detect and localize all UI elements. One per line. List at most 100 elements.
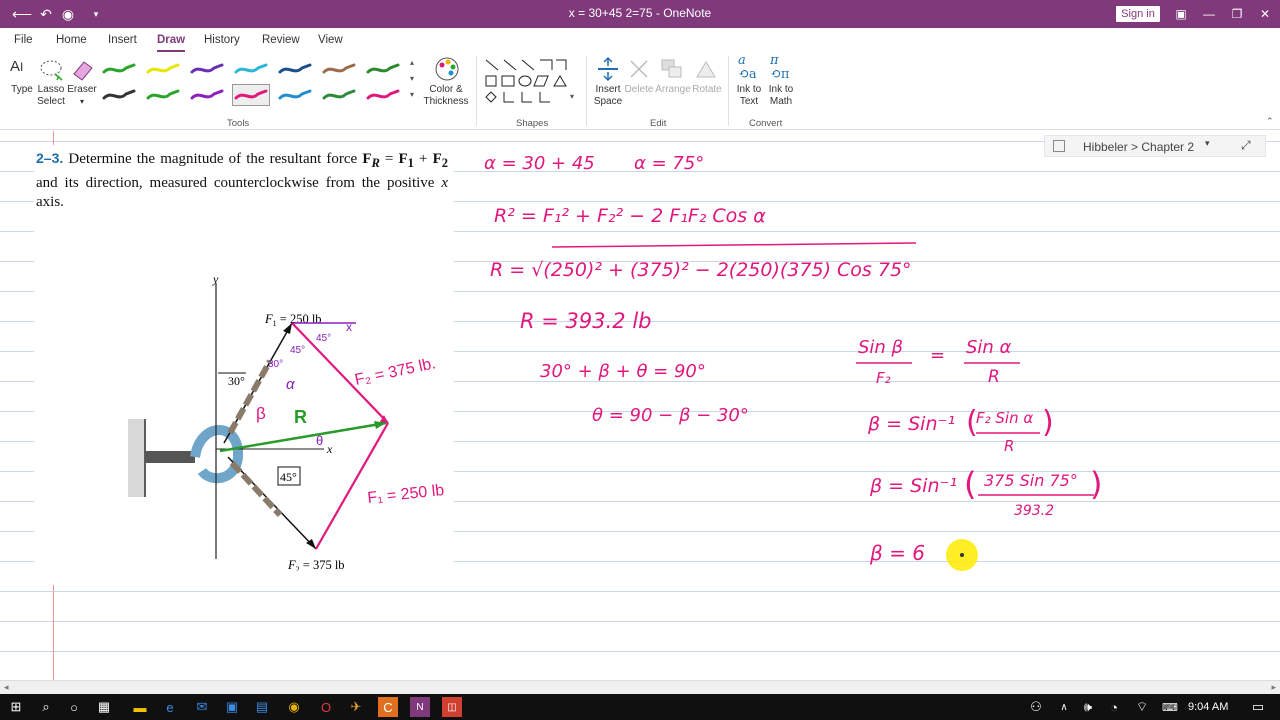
pen-1-2[interactable]: [144, 58, 182, 80]
f2-subscript: 2: [441, 156, 449, 170]
onenote-icon[interactable]: N: [410, 697, 430, 717]
eraser-dropdown-icon[interactable]: ▾: [66, 96, 98, 108]
calculator-icon[interactable]: ▤: [252, 697, 272, 717]
breadcrumb[interactable]: Hibbeler > Chapter 2 ▾ ⤢: [1044, 135, 1266, 157]
pen-2-2[interactable]: [144, 84, 182, 106]
close-icon[interactable]: ✕: [1252, 4, 1278, 24]
pen-2-6[interactable]: [320, 84, 358, 106]
ink-to-math-label-1[interactable]: Ink to: [764, 84, 798, 96]
select-label[interactable]: Select: [36, 96, 66, 108]
problem-text: 2–3. Determine the magnitude of the resu…: [36, 150, 449, 210]
pen-1-4[interactable]: [232, 58, 270, 80]
chrome-icon[interactable]: ◉: [284, 697, 304, 717]
lasso-select-icon[interactable]: [38, 58, 64, 82]
scroll-right-icon[interactable]: ▸: [1271, 682, 1276, 693]
ink-line-alpha-value: α = 75°: [634, 153, 705, 174]
ink-to-text-label-2[interactable]: Text: [732, 96, 766, 108]
pen-1-7[interactable]: [364, 58, 402, 80]
edge-icon[interactable]: e: [160, 697, 180, 717]
store-icon[interactable]: ▣: [222, 697, 242, 717]
ribbon-display-icon[interactable]: ▣: [1168, 4, 1194, 24]
ribbon: AI Type Lasso Select Eraser ▾ ▴ ▾ ▾ Colo…: [0, 52, 1280, 130]
ink-30: 30°: [268, 359, 283, 370]
pen-2-4[interactable]: [232, 84, 270, 106]
pen-1-6[interactable]: [320, 58, 358, 80]
app-icon[interactable]: ✈: [346, 697, 366, 717]
restore-icon[interactable]: ❐: [1224, 4, 1250, 24]
clock[interactable]: 9:04 AM: [1188, 701, 1228, 713]
keyboard-icon[interactable]: ⌨: [1160, 697, 1180, 717]
page-icon: [1053, 140, 1065, 152]
tab-file[interactable]: File: [14, 34, 33, 46]
tab-history[interactable]: History: [204, 34, 240, 46]
insert-space-label-2[interactable]: Space: [590, 96, 626, 108]
ink-frac2-num: 375 Sin 75°: [984, 471, 1078, 490]
color-palette-icon[interactable]: [434, 56, 460, 82]
breadcrumb-dropdown-icon[interactable]: ▾: [1205, 138, 1210, 149]
tab-view[interactable]: View: [318, 34, 343, 46]
file-explorer-icon[interactable]: ▬: [130, 697, 150, 717]
insert-space-label-1[interactable]: Insert: [590, 84, 626, 96]
tab-review[interactable]: Review: [262, 34, 300, 46]
eraser-icon[interactable]: [70, 58, 94, 82]
gallery-down-icon[interactable]: ▾: [410, 74, 414, 83]
wifi-icon[interactable]: ⌔: [1132, 697, 1152, 717]
shapes-more-icon[interactable]: ▾: [570, 92, 574, 101]
ink-to-text-label-1[interactable]: Ink to: [732, 84, 766, 96]
app-red-icon[interactable]: ◫: [442, 697, 462, 717]
volume-icon[interactable]: 🕪: [1078, 697, 1098, 717]
eraser-label[interactable]: Eraser: [66, 84, 98, 96]
ink-line-alpha-sum: α = 30 + 45: [484, 153, 595, 174]
shapes-gallery[interactable]: [482, 56, 568, 110]
tray-up-icon[interactable]: ∧: [1054, 697, 1074, 717]
note-page[interactable]: Hibbeler > Chapter 2 ▾ ⤢ 2–3. Determine …: [0, 131, 1280, 680]
insert-space-icon[interactable]: [596, 56, 620, 82]
start-icon[interactable]: ⊞: [6, 697, 26, 717]
ink-frac-bar-2: [964, 362, 1020, 364]
pen-2-7[interactable]: [364, 84, 402, 106]
type-tool-icon[interactable]: AI: [10, 58, 23, 75]
pen-2-3[interactable]: [188, 84, 226, 106]
ink-to-math-label-2[interactable]: Math: [764, 96, 798, 108]
task-view-icon[interactable]: ▦: [94, 697, 114, 717]
ink-beta-eq-1: β = Sin⁻¹: [868, 413, 956, 435]
problem-text-b: and its direction, measured counterclock…: [36, 174, 319, 191]
tab-home[interactable]: Home: [56, 34, 87, 46]
scroll-left-icon[interactable]: ◂: [4, 682, 9, 693]
pen-2-5[interactable]: [276, 84, 314, 106]
ink-over-r: R: [988, 367, 1000, 387]
ink-to-math-icon[interactable]: π ⟲π: [770, 54, 789, 82]
ribbon-tabs: File Home Insert Draw History Review Vie…: [0, 28, 1280, 52]
minimize-icon[interactable]: —: [1196, 4, 1222, 24]
arrange-icon: [661, 59, 682, 78]
opera-icon[interactable]: O: [316, 697, 336, 717]
mail-icon[interactable]: ✉: [192, 697, 212, 717]
people-icon[interactable]: ⚇: [1026, 697, 1046, 717]
gallery-more-icon[interactable]: ▾: [410, 90, 414, 99]
type-tool-label[interactable]: Type: [10, 84, 34, 96]
notifications-icon[interactable]: ▭: [1248, 697, 1268, 717]
fullscreen-icon[interactable]: ⤢: [1241, 138, 1251, 153]
ink-to-text-icon[interactable]: a ⟲a: [738, 54, 757, 82]
color-thickness-label-1[interactable]: Color &: [420, 84, 472, 96]
cortana-icon[interactable]: ○: [64, 697, 84, 717]
collapse-ribbon-icon[interactable]: ⌃: [1266, 116, 1274, 127]
ribbon-separator: [728, 56, 729, 126]
gallery-up-icon[interactable]: ▴: [410, 58, 414, 67]
color-thickness-label-2[interactable]: Thickness: [420, 96, 472, 108]
lasso-label[interactable]: Lasso: [36, 84, 66, 96]
pen-2-1[interactable]: [100, 84, 138, 106]
ink-equals: =: [930, 345, 946, 366]
tab-insert[interactable]: Insert: [108, 34, 137, 46]
horizontal-scrollbar[interactable]: ◂ ▸: [0, 680, 1280, 694]
sign-in-button[interactable]: Sign in: [1116, 6, 1160, 22]
app-orange-icon[interactable]: C: [378, 697, 398, 717]
f1-symbol: F: [398, 151, 408, 167]
pen-1-1[interactable]: [100, 58, 138, 80]
pen-1-5[interactable]: [276, 58, 314, 80]
search-icon[interactable]: ⌕: [36, 697, 56, 717]
network-icon[interactable]: ◔: [1104, 697, 1124, 717]
pen-1-3[interactable]: [188, 58, 226, 80]
f1-subscript: 1: [407, 156, 414, 170]
tab-draw[interactable]: Draw: [157, 34, 186, 52]
